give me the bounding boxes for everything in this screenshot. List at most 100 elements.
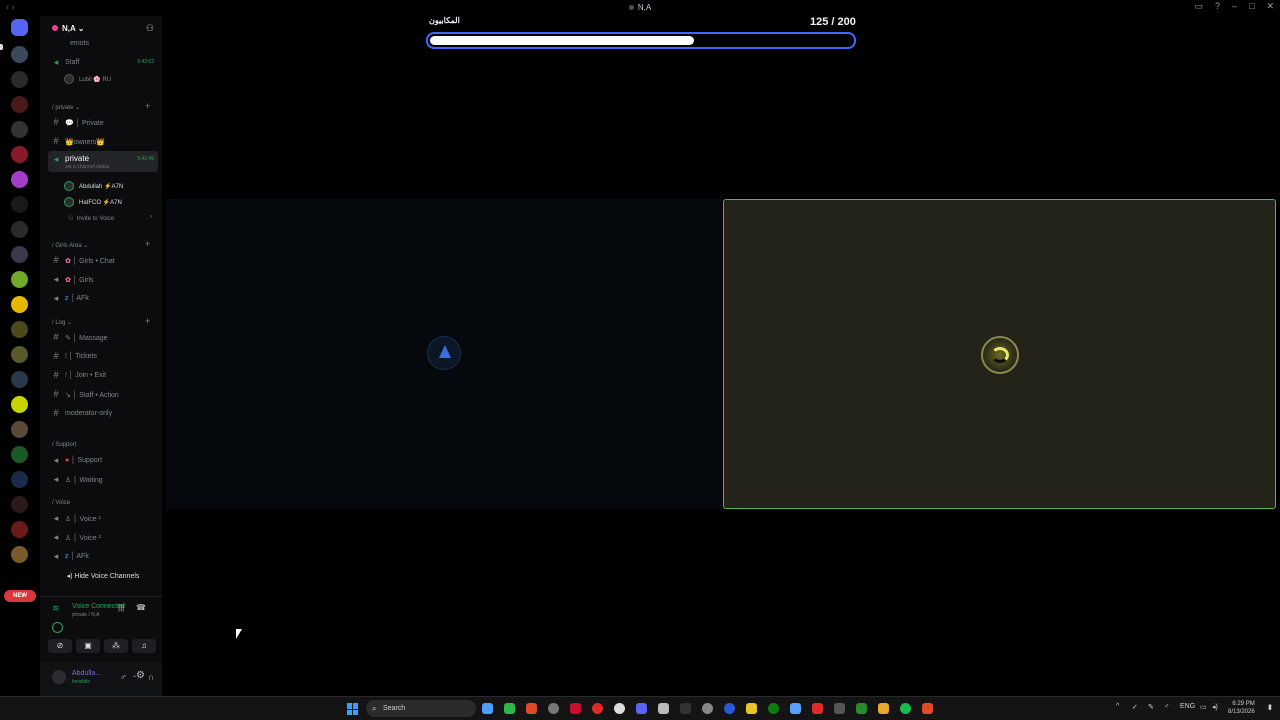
new-badge[interactable]: NEW [4,590,36,602]
camera-off-button[interactable]: ⊘ [48,639,72,653]
app-icon[interactable] [504,703,515,714]
voice-channel-staff[interactable]: ◂ Staff 5:42:02 [48,54,158,71]
app-icon[interactable] [548,703,559,714]
category-private[interactable]: / private ⌄ [52,104,80,111]
app-icon[interactable] [812,703,823,714]
voice-channel-voice-1[interactable]: ◂ ♙ │ Voice ¹ [48,510,158,527]
soundboard-button[interactable]: ♫ [132,639,156,653]
hide-voice-channels-button[interactable]: ◂) Hide Voice Channels [48,570,158,584]
server-icon[interactable] [11,96,28,113]
channel-moderator-only[interactable]: # moderator-only [48,405,158,422]
voice-member[interactable]: Lubil 🌸 RU [64,72,158,86]
category-voice[interactable]: / Voice [52,500,70,506]
server-icon[interactable] [11,246,28,263]
network-icon[interactable]: ▭ [1200,703,1207,711]
channel-staff-action[interactable]: # ↘ │ Staff • Action [48,386,158,403]
server-icon[interactable] [11,321,28,338]
server-icon[interactable] [11,471,28,488]
avatar[interactable] [52,670,66,684]
channel-tickets[interactable]: # ! │ Tickets [48,348,158,365]
maximize-button[interactable]: □ [1249,1,1254,12]
inbox-icon[interactable]: ▭ [1194,1,1203,12]
app-icon[interactable] [724,703,735,714]
tray-icon[interactable]: ✎ [1148,703,1154,711]
clock[interactable]: 6:29 PM 8/13/2026 [1228,700,1255,716]
close-button[interactable]: ✕ [1266,1,1274,12]
xbox-icon[interactable] [768,703,779,714]
app-icon[interactable] [878,703,889,714]
copilot-icon[interactable] [482,703,493,714]
app-icon[interactable] [790,703,801,714]
server-icon[interactable] [11,271,28,288]
app-icon[interactable] [746,703,757,714]
server-icon[interactable] [11,446,28,463]
voice-member[interactable]: HaIFCO ⚡A7N [64,195,158,209]
discord-icon[interactable] [636,703,647,714]
voice-channel-afk[interactable]: ◂ z │ AFk [48,290,158,307]
notification-icon[interactable]: ▮ [1268,703,1272,711]
create-channel-icon[interactable]: + [145,101,150,111]
app-icon[interactable] [658,703,669,714]
server-icon[interactable] [11,46,28,63]
headphones-icon[interactable]: ∩ [148,672,154,682]
server-icon[interactable] [11,146,28,163]
app-icon[interactable] [680,703,691,714]
voice-channel-girls[interactable]: ◂ ✿ │ Girls [48,271,158,288]
channel-massage[interactable]: # ✎ │ Massage [48,329,158,346]
server-icon[interactable] [11,421,28,438]
participant-tile-speaking[interactable] [723,199,1276,509]
create-channel-icon[interactable]: + [145,316,150,326]
tray-icon[interactable]: ✓ [1132,703,1138,711]
taskbar-search[interactable]: ⌕ Search [366,700,476,717]
server-icon[interactable] [11,396,28,413]
noise-suppression-icon[interactable]: ||| [118,603,124,612]
participant-tile[interactable] [166,199,722,509]
signal-icon[interactable]: ≋ [52,603,60,614]
server-icon[interactable] [11,171,28,188]
help-icon[interactable]: ? [1215,1,1220,12]
brave-icon[interactable] [922,703,933,714]
server-icon[interactable] [11,521,28,538]
voice-member[interactable]: Abdullah ⚡A7N [64,179,158,193]
server-icon[interactable] [11,371,28,388]
channel-girls-chat[interactable]: # ✿ │ Girls • Chat [48,252,158,269]
invite-people-icon[interactable]: ⚇ [146,23,154,34]
voice-channel-waiting[interactable]: ◂ ♙ │ Waiting [48,471,158,488]
volume-icon[interactable]: ◂) [1212,703,1218,711]
channel-owners[interactable]: # 👑owners👑 [48,133,158,150]
server-icon[interactable] [11,71,28,88]
category-girls-area[interactable]: / Girls Area ⌄ [52,242,88,249]
app-icon[interactable] [570,703,581,714]
screen-share-button[interactable]: ▣ [76,639,100,653]
server-icon[interactable] [11,196,28,213]
activity-icon[interactable] [52,622,63,633]
voice-channel-support[interactable]: ◂ ● │ Support [48,452,158,469]
create-channel-icon[interactable]: + [145,239,150,249]
app-icon[interactable] [834,703,845,714]
disconnect-icon[interactable]: ☎ [136,603,146,612]
minimize-button[interactable]: – [1232,1,1237,12]
voice-channel-voice-2[interactable]: ◂ ♙ │ Voice ² [48,529,158,546]
voice-channel-afk-2[interactable]: ◂ z │ AFk [48,548,158,565]
server-icon[interactable] [11,121,28,138]
category-log[interactable]: / Log ⌄ [52,319,72,326]
server-icon[interactable] [11,546,28,563]
language-indicator[interactable]: ENG [1180,703,1195,710]
server-icon[interactable] [11,496,28,513]
spotify-icon[interactable] [900,703,911,714]
channel-emots[interactable]: emots [48,36,158,53]
channel-join-exit[interactable]: # ! │ Join • Exit [48,367,158,384]
voice-channel-private[interactable]: ◂ private set a channel status 5:42:49 [48,151,158,172]
server-icon[interactable] [11,346,28,363]
app-icon[interactable] [592,703,603,714]
category-support[interactable]: / Support [52,442,76,448]
app-icon[interactable] [856,703,867,714]
invite-to-voice[interactable]: ⚇ Invite to Voice › [64,211,158,225]
start-button[interactable] [347,703,359,715]
server-icon[interactable] [11,296,28,313]
activities-button[interactable]: ⁂ [104,639,128,653]
channel-private-text[interactable]: # 💬 │ Private [48,114,158,131]
discord-home-icon[interactable] [11,19,28,36]
microphone-icon[interactable]: ♂ [120,672,127,682]
tray-chevron-icon[interactable]: ^ [1116,703,1119,710]
